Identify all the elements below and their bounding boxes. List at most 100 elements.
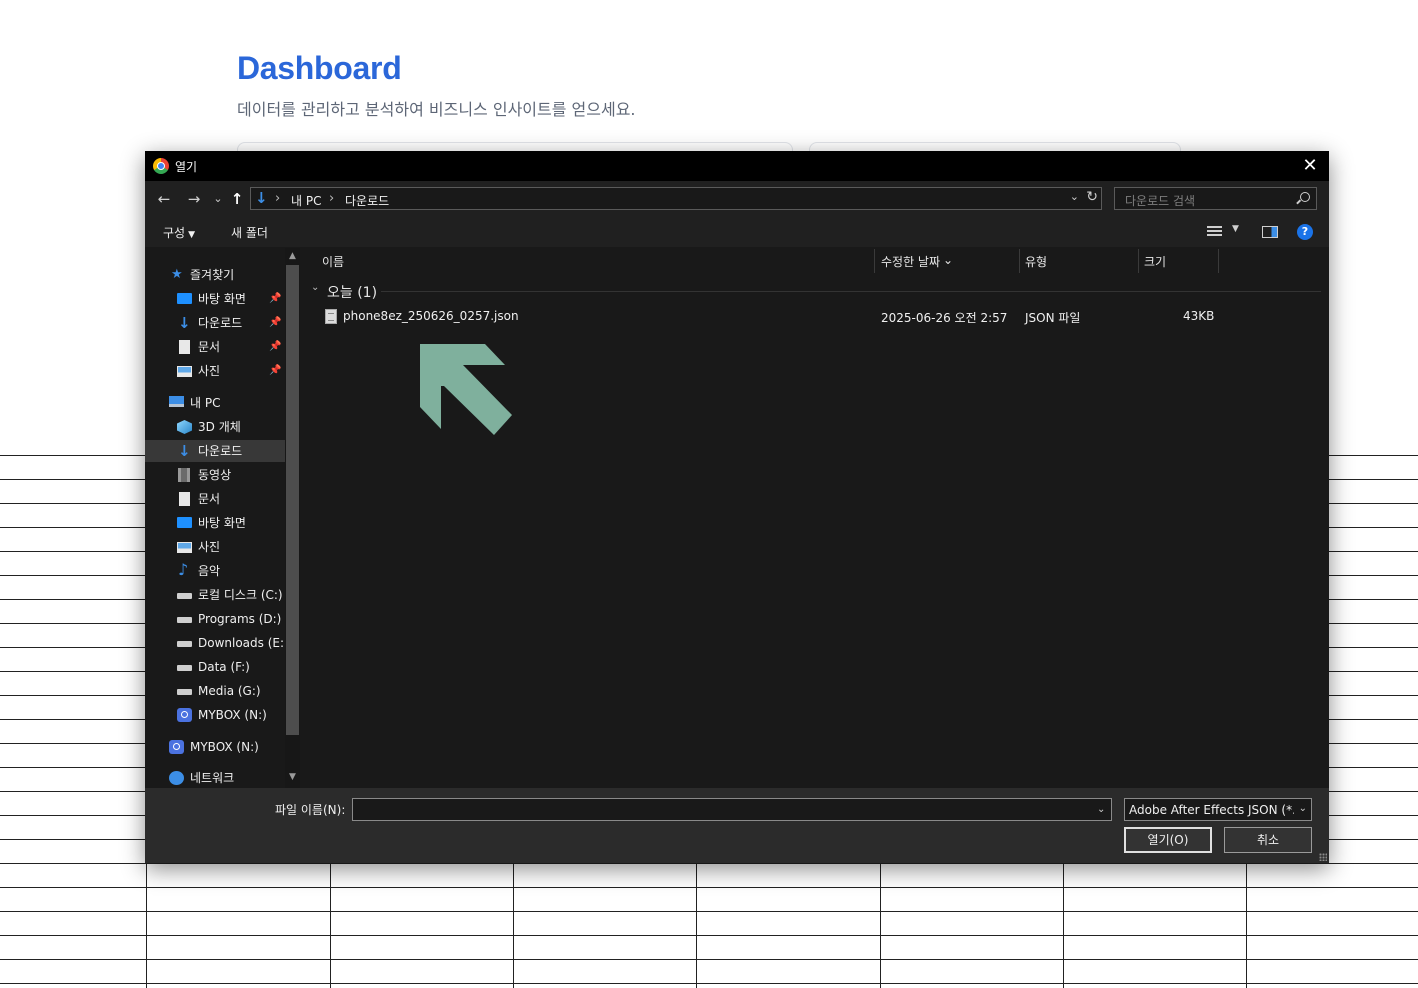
help-icon[interactable]: ? [1297, 224, 1313, 240]
column-header-modified[interactable]: 수정한 날짜 [881, 253, 940, 270]
filename-input[interactable] [352, 798, 1112, 821]
sidebar-item-label: Media (G:) [198, 684, 261, 698]
sidebar-item-3d-objects[interactable]: 3D 개체 [145, 416, 285, 438]
document-icon [179, 340, 190, 354]
scroll-up-icon[interactable]: ▲ [285, 251, 300, 261]
close-button[interactable]: ✕ [1295, 153, 1325, 179]
organize-button[interactable]: 구성 ▼ [163, 224, 195, 241]
resize-grip-icon[interactable] [1319, 853, 1327, 861]
sidebar-item-drive-g[interactable]: Media (G:) [145, 680, 285, 702]
column-header-type[interactable]: 유형 [1025, 253, 1047, 270]
cancel-button[interactable]: 취소 [1224, 827, 1312, 853]
navigation-bar: ← → ⌄ ↑ ↓ › 내 PC › 다운로드 ⌄ ↻ 다운로드 검색 [145, 181, 1329, 217]
drive-icon [177, 641, 192, 647]
sidebar-item-label: 로컬 디스크 (C:) [198, 588, 283, 602]
sidebar-item-documents-pinned[interactable]: 문서 📌 [145, 336, 285, 358]
sidebar-item-documents[interactable]: 문서 [145, 488, 285, 510]
file-list-pane: 이름 수정한 날짜 ⌄ 유형 크기 ⌄ 오늘 (1) phone8ez_2506… [303, 248, 1323, 788]
group-header-today[interactable]: ⌄ 오늘 (1) [311, 282, 1321, 301]
sidebar-item-pictures-pinned[interactable]: 사진 📌 [145, 360, 285, 382]
background-table-columns [0, 863, 1418, 988]
open-button[interactable]: 열기(O) [1124, 827, 1212, 853]
file-modified: 2025-06-26 오전 2:57 [881, 311, 1008, 325]
scroll-down-icon[interactable]: ▼ [285, 772, 300, 782]
search-input[interactable]: 다운로드 검색 [1125, 192, 1195, 209]
network-icon [169, 771, 184, 785]
forward-button[interactable]: → [183, 189, 205, 209]
column-header-size[interactable]: 크기 [1144, 253, 1166, 270]
sidebar-scrollbar[interactable]: ▲ ▼ [285, 248, 300, 788]
scrollbar-thumb[interactable] [286, 265, 299, 735]
page-title: Dashboard [237, 50, 402, 86]
sidebar-item-label: MYBOX (N:) [190, 740, 259, 754]
search-icon [1300, 192, 1310, 202]
sidebar-item-pictures[interactable]: 사진 [145, 536, 285, 558]
pin-icon[interactable]: 📌 [269, 288, 281, 310]
sidebar-item-desktop[interactable]: 바탕 화면 [145, 512, 285, 534]
pointer-arrow-icon [420, 344, 512, 435]
document-icon [179, 492, 190, 506]
sidebar-item-label: 내 PC [190, 396, 221, 410]
pin-icon[interactable]: 📌 [269, 360, 281, 382]
up-button[interactable]: ↑ [226, 189, 248, 209]
sidebar-item-videos[interactable]: 동영상 [145, 464, 285, 486]
sidebar-item-mybox-drive[interactable]: MYBOX (N:) [145, 704, 285, 726]
sidebar-item-my-pc[interactable]: 내 PC [145, 392, 285, 414]
sidebar-item-network[interactable]: 네트워크 [145, 767, 285, 788]
refresh-icon[interactable]: ↻ [1086, 189, 1098, 205]
chevron-down-icon[interactable]: ⌄ [1070, 190, 1079, 203]
sidebar-item-drive-e[interactable]: Downloads (E:) [145, 632, 289, 654]
breadcrumb-separator: › [329, 191, 335, 206]
chrome-icon [153, 158, 169, 174]
sidebar-item-label: 즐겨찾기 [190, 268, 235, 282]
view-options-icon[interactable] [1207, 226, 1222, 237]
desktop-icon [177, 293, 192, 304]
back-button[interactable]: ← [153, 189, 175, 209]
preview-pane-icon[interactable] [1262, 226, 1278, 238]
chevron-down-icon[interactable]: ⌄ [1097, 804, 1105, 815]
video-icon [178, 468, 190, 482]
dialog-footer: 파일 이름(N): ⌄ Adobe After Effects JSON (*.… [145, 788, 1329, 863]
pc-icon [169, 396, 184, 407]
file-type-select[interactable]: Adobe After Effects JSON (*.json) ⌄ [1124, 798, 1312, 821]
music-icon: ♪ [178, 560, 189, 579]
search-box[interactable]: 다운로드 검색 [1114, 187, 1317, 210]
breadcrumb-downloads[interactable]: 다운로드 [345, 192, 389, 209]
dialog-titlebar: 열기 ✕ [145, 151, 1329, 181]
sidebar-item-label: 다운로드 [198, 316, 243, 330]
pin-icon[interactable]: 📌 [269, 336, 281, 358]
sidebar-item-label: 문서 [198, 340, 221, 354]
download-icon: ↓ [178, 314, 191, 332]
file-name: phone8ez_250626_0257.json [343, 309, 519, 323]
sidebar-item-drive-f[interactable]: Data (F:) [145, 656, 285, 678]
sidebar-item-downloads[interactable]: ↓ 다운로드 [145, 440, 285, 462]
sidebar-item-music[interactable]: ♪ 음악 [145, 560, 285, 582]
sidebar-item-mybox[interactable]: MYBOX (N:) [145, 736, 285, 758]
address-bar[interactable]: ↓ › 내 PC › 다운로드 ⌄ ↻ [250, 187, 1102, 210]
sidebar-item-label: 음악 [198, 564, 221, 578]
sidebar-item-drive-d[interactable]: Programs (D:) [145, 608, 285, 630]
column-divider[interactable] [1138, 249, 1139, 273]
pictures-icon [177, 542, 192, 553]
json-file-icon [325, 309, 337, 324]
organize-label: 구성 [163, 226, 186, 240]
sidebar-item-desktop-pinned[interactable]: 바탕 화면 📌 [145, 288, 285, 310]
3d-objects-icon [177, 420, 192, 434]
sidebar-item-downloads-pinned[interactable]: ↓ 다운로드 📌 [145, 312, 285, 334]
breadcrumb-my-pc[interactable]: 내 PC [291, 192, 321, 209]
sidebar-item-drive-c[interactable]: 로컬 디스크 (C:) [145, 584, 285, 606]
chevron-down-icon[interactable]: ⌄ [311, 282, 319, 293]
column-header-name[interactable]: 이름 [322, 253, 344, 270]
new-folder-button[interactable]: 새 폴더 [231, 224, 268, 241]
file-list-item[interactable]: phone8ez_250626_0257.json 2025-06-26 오전 … [321, 308, 1321, 328]
sidebar-item-quick-access[interactable]: ★ 즐겨찾기 [145, 264, 285, 286]
dialog-title: 열기 [175, 160, 198, 174]
sidebar-item-label: 동영상 [198, 468, 232, 482]
navigation-pane: ★ 즐겨찾기 바탕 화면 📌 ↓ 다운로드 📌 문서 📌 사진 📌 내 PC 3… [145, 248, 302, 788]
caret-down-icon[interactable]: ▼ [1232, 224, 1239, 234]
column-divider[interactable] [1019, 249, 1020, 273]
column-divider[interactable] [874, 249, 875, 273]
desktop-icon [177, 517, 192, 528]
pin-icon[interactable]: 📌 [269, 312, 281, 334]
column-divider[interactable] [1218, 249, 1219, 273]
